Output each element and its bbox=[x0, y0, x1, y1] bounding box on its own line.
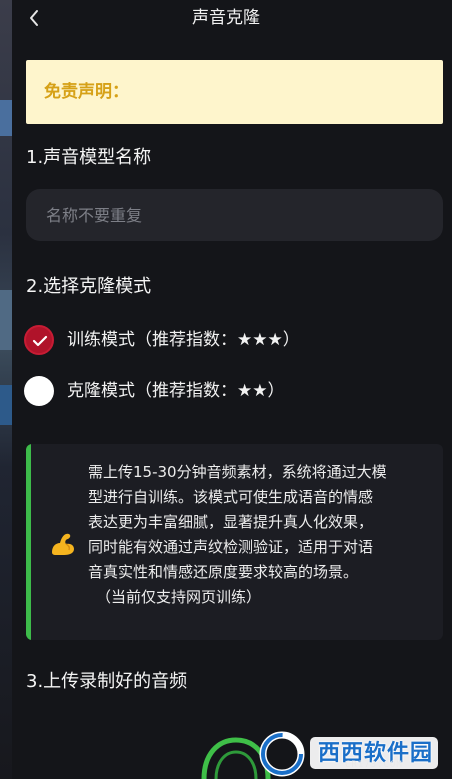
description-line: 同时能有效通过声纹检测验证，适用于对语 bbox=[88, 538, 374, 556]
description-line: 需上传15-30分钟音频素材，系统将通过大模 bbox=[88, 463, 387, 481]
mode-label-clone: 克隆模式（推荐指数：★★） bbox=[67, 381, 285, 401]
flexed-biceps-icon bbox=[52, 533, 74, 555]
header-bar: 声音克隆 bbox=[0, 0, 452, 36]
mode-description-box: 需上传15-30分钟音频素材，系统将通过大模 型进行自训练。该模式可使生成语音的… bbox=[26, 444, 443, 640]
disclaimer-label: 免责声明： bbox=[44, 82, 129, 102]
section-title-upload: 3.上传录制好的音频 bbox=[26, 671, 188, 692]
description-line: 音真实性和情感还原度要求较高的场景。 bbox=[88, 563, 359, 581]
mode-option-clone[interactable]: 克隆模式（推荐指数：★★） bbox=[24, 374, 424, 408]
section-title-model-name: 1.声音模型名称 bbox=[26, 147, 152, 168]
watermark-url: CR173.COM bbox=[345, 760, 403, 770]
background-blob bbox=[0, 290, 12, 350]
background-blob bbox=[0, 385, 12, 425]
page-title: 声音克隆 bbox=[192, 8, 260, 28]
background-blob bbox=[0, 100, 12, 136]
background-strip bbox=[0, 0, 12, 779]
radio-unchecked[interactable] bbox=[24, 376, 54, 406]
description-note: （当前仅支持网页训练） bbox=[96, 588, 262, 606]
description-line: 表达更为丰富细腻，显著提升真人化效果， bbox=[88, 513, 374, 531]
radio-checked[interactable] bbox=[24, 325, 54, 355]
accent-bar bbox=[26, 444, 31, 640]
section-title-clone-mode: 2.选择克隆模式 bbox=[26, 276, 152, 297]
mode-option-training[interactable]: 训练模式（推荐指数：★★★） bbox=[24, 323, 424, 357]
mode-label-training: 训练模式（推荐指数：★★★） bbox=[67, 330, 300, 350]
mode-description-text: 需上传15-30分钟音频素材，系统将通过大模 型进行自训练。该模式可使生成语音的… bbox=[88, 460, 434, 610]
checkmark-icon bbox=[32, 335, 48, 347]
model-name-input[interactable] bbox=[26, 189, 443, 241]
disclaimer-banner[interactable]: 免责声明： bbox=[26, 60, 443, 124]
description-line: 型进行自训练。该模式可使生成语音的情感 bbox=[88, 488, 374, 506]
